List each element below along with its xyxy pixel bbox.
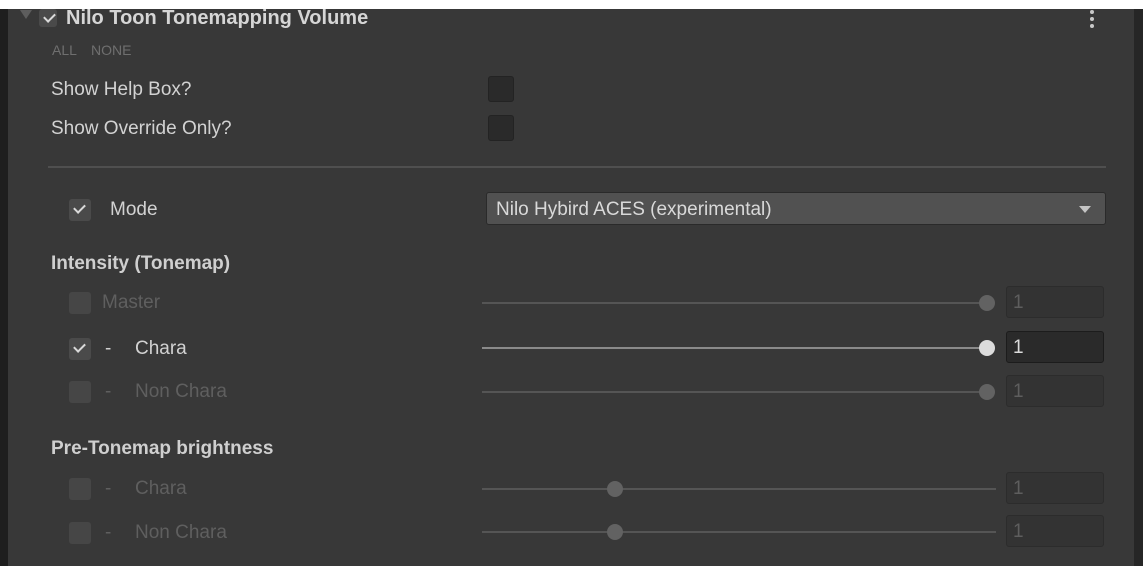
- brightness-chara-slider-track[interactable]: [482, 488, 996, 490]
- mode-dropdown[interactable]: Nilo Hybird ACES (experimental): [486, 192, 1106, 225]
- brightness-chara-value-field[interactable]: 1: [1006, 472, 1104, 504]
- chara-slider-track[interactable]: [482, 347, 994, 349]
- mode-override-checkbox[interactable]: [69, 199, 91, 221]
- component-enabled-checkbox[interactable]: [39, 9, 57, 27]
- show-help-box-checkbox[interactable]: [488, 76, 514, 102]
- component-header[interactable]: Nilo Toon Tonemapping Volume: [8, 0, 1134, 36]
- show-override-only-checkbox[interactable]: [488, 115, 514, 141]
- tonemapping-volume-component: Nilo Toon Tonemapping Volume ALL NONE Sh…: [8, 0, 1134, 566]
- non-chara-slider-knob[interactable]: [979, 384, 995, 400]
- master-override-checkbox[interactable]: [69, 292, 91, 314]
- brightness-chara-override-checkbox[interactable]: [69, 478, 91, 500]
- dropdown-arrow-icon: [1079, 206, 1091, 213]
- mode-label: Mode: [110, 199, 158, 220]
- chara-value-field[interactable]: 1: [1006, 331, 1104, 363]
- non-chara-label: Non Chara: [135, 381, 227, 402]
- brightness-section-title: Pre-Tonemap brightness: [51, 438, 274, 459]
- chara-slider-knob[interactable]: [979, 340, 995, 356]
- brightness-non-chara-override-checkbox[interactable]: [69, 522, 91, 544]
- mode-dropdown-value: Nilo Hybird ACES (experimental): [496, 199, 772, 220]
- none-toggle-link[interactable]: NONE: [91, 42, 131, 58]
- brightness-chara-prefix: -: [105, 478, 112, 499]
- master-value-field[interactable]: 1: [1006, 286, 1104, 318]
- master-slider-knob[interactable]: [979, 295, 995, 311]
- brightness-chara-slider-knob[interactable]: [607, 481, 623, 497]
- more-options-icon[interactable]: [1087, 10, 1097, 30]
- brightness-non-chara-slider-track[interactable]: [482, 531, 996, 533]
- chara-label: Chara: [135, 338, 187, 359]
- brightness-non-chara-value-field[interactable]: 1: [1006, 515, 1104, 547]
- all-toggle-link[interactable]: ALL: [52, 42, 77, 58]
- inspector-scrollbar-track[interactable]: [1134, 9, 1143, 566]
- intensity-section-title: Intensity (Tonemap): [51, 253, 231, 274]
- master-label: Master: [102, 292, 161, 313]
- section-divider: [48, 166, 1106, 168]
- show-override-only-label: Show Override Only?: [51, 118, 232, 139]
- checkmark-icon: [73, 201, 86, 214]
- brightness-non-chara-label: Non Chara: [135, 522, 227, 543]
- master-slider-track[interactable]: [482, 302, 994, 304]
- non-chara-value-field[interactable]: 1: [1006, 375, 1104, 407]
- non-chara-prefix: -: [105, 381, 112, 402]
- chara-override-checkbox[interactable]: [69, 338, 91, 360]
- foldout-arrow-icon[interactable]: [20, 10, 32, 19]
- chara-prefix: -: [105, 338, 112, 359]
- window-left-edge: [0, 9, 8, 566]
- show-help-box-label: Show Help Box?: [51, 79, 192, 100]
- checkmark-icon: [73, 340, 86, 353]
- checkmark-icon: [43, 10, 56, 23]
- non-chara-override-checkbox[interactable]: [69, 381, 91, 403]
- brightness-non-chara-prefix: -: [105, 522, 112, 543]
- brightness-chara-label: Chara: [135, 478, 187, 499]
- non-chara-slider-track[interactable]: [482, 391, 994, 393]
- brightness-non-chara-slider-knob[interactable]: [607, 524, 623, 540]
- component-title: Nilo Toon Tonemapping Volume: [66, 7, 369, 29]
